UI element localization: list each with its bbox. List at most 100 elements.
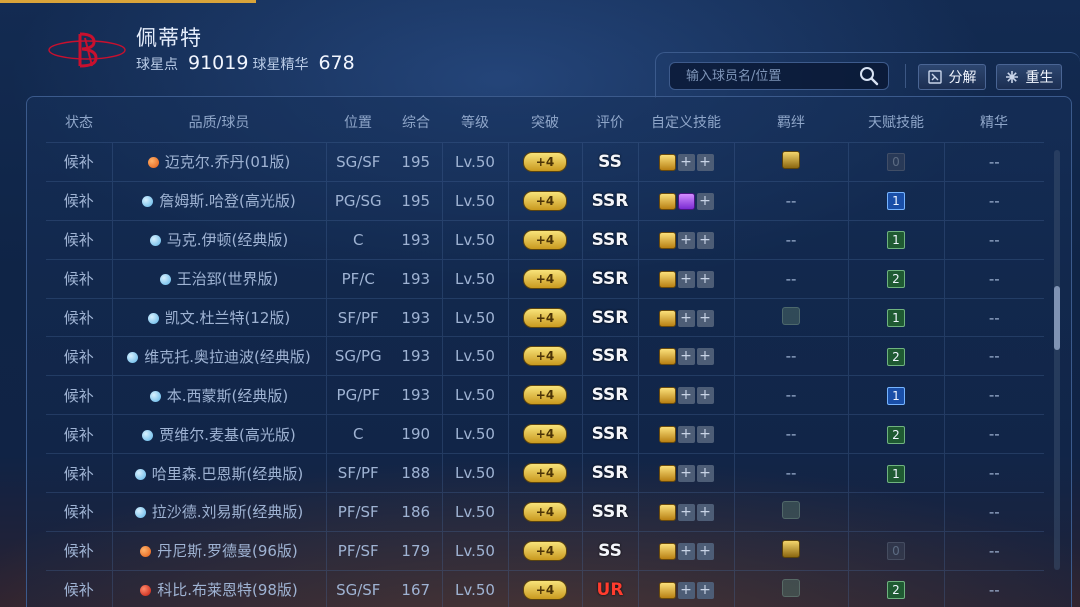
talent-level-badge[interactable]: 1 bbox=[887, 309, 905, 327]
breakthrough-badge[interactable]: +4 bbox=[523, 229, 567, 250]
player-cell[interactable]: 丹尼斯.罗德曼(96版) bbox=[111, 530, 326, 571]
player-cell[interactable]: 凯文.杜兰特(12版) bbox=[111, 297, 326, 337]
add-skill-slot-icon[interactable]: + bbox=[677, 153, 695, 171]
add-skill-slot-icon[interactable]: + bbox=[696, 387, 714, 405]
table-row[interactable]: 候补 贾维尔.麦基(高光版) C 190 Lv.50 +4 SSR + + -- 2 -- bbox=[46, 414, 1044, 454]
player-cell[interactable]: 詹姆斯.哈登(高光版) bbox=[111, 180, 326, 221]
breakthrough-badge[interactable]: +4 bbox=[523, 151, 567, 172]
add-skill-slot-icon[interactable]: + bbox=[696, 542, 714, 560]
custom-skill-gold-icon[interactable] bbox=[658, 426, 676, 444]
add-skill-slot-icon[interactable]: + bbox=[677, 542, 695, 560]
add-skill-slot-icon[interactable]: + bbox=[696, 426, 714, 444]
add-skill-slot-icon[interactable]: + bbox=[696, 270, 714, 288]
custom-skill-gold-icon[interactable] bbox=[658, 309, 676, 327]
table-row[interactable]: 候补 王治郅(世界版) PF/C 193 Lv.50 +4 SSR + + -- 2 -- bbox=[46, 258, 1044, 299]
add-skill-slot-icon[interactable]: + bbox=[677, 581, 695, 599]
custom-skill-gold-icon[interactable] bbox=[658, 542, 676, 560]
add-skill-slot-icon[interactable]: + bbox=[677, 231, 695, 249]
add-skill-slot-icon[interactable]: + bbox=[696, 153, 714, 171]
talent-level-badge[interactable]: 2 bbox=[887, 270, 905, 289]
search-icon[interactable] bbox=[858, 65, 880, 87]
bond-badge-icon[interactable] bbox=[782, 150, 800, 169]
table-row[interactable]: 候补 维克托.奥拉迪波(经典版) SG/PG 193 Lv.50 +4 SSR + + -- 2 -- bbox=[46, 336, 1044, 376]
bond-badge-inactive-icon[interactable] bbox=[782, 578, 800, 597]
custom-skill-gold-icon[interactable] bbox=[658, 153, 676, 171]
custom-skill-gold-icon[interactable] bbox=[658, 465, 676, 483]
custom-skill-gold-icon[interactable] bbox=[658, 270, 676, 288]
breakthrough-badge[interactable]: +4 bbox=[523, 540, 567, 561]
player-name-label: 科比.布莱恩特(98版) bbox=[157, 581, 298, 600]
add-skill-slot-icon[interactable]: + bbox=[677, 348, 695, 366]
breakthrough-badge[interactable]: +4 bbox=[523, 579, 567, 600]
player-cell[interactable]: 科比.布莱恩特(98版) bbox=[111, 569, 326, 607]
talent-level-badge[interactable]: 2 bbox=[887, 581, 905, 600]
talent-level-badge[interactable]: 1 bbox=[887, 464, 905, 483]
table-row[interactable]: 候补 凯文.杜兰特(12版) SF/PF 193 Lv.50 +4 SSR + +1 -- bbox=[46, 297, 1044, 337]
custom-skill-gold-icon[interactable] bbox=[658, 231, 676, 249]
custom-skill-gold-icon[interactable] bbox=[658, 192, 676, 210]
search-input[interactable] bbox=[670, 67, 858, 85]
scroll-thumb[interactable] bbox=[1054, 286, 1060, 350]
add-skill-slot-icon[interactable]: + bbox=[696, 503, 714, 521]
breakthrough-cell: +4 bbox=[507, 297, 582, 337]
breakthrough-badge[interactable]: +4 bbox=[523, 268, 567, 289]
table-row[interactable]: 候补 马克.伊顿(经典版) C 193 Lv.50 +4 SSR + + -- 1 -- bbox=[46, 219, 1044, 260]
breakthrough-cell: +4 bbox=[507, 336, 582, 376]
add-skill-slot-icon[interactable]: + bbox=[696, 348, 714, 366]
bond-badge-inactive-icon[interactable] bbox=[782, 306, 800, 325]
talent-level-badge[interactable]: 2 bbox=[887, 347, 905, 366]
player-cell[interactable]: 马克.伊顿(经典版) bbox=[111, 219, 326, 260]
player-cell[interactable]: 维克托.奥拉迪波(经典版) bbox=[111, 336, 326, 376]
player-search[interactable] bbox=[669, 62, 889, 90]
talent-level-badge[interactable]: 1 bbox=[887, 386, 905, 405]
custom-skill-gold-icon[interactable] bbox=[658, 581, 676, 599]
bond-badge-icon[interactable] bbox=[782, 539, 800, 558]
add-skill-slot-icon[interactable]: + bbox=[696, 465, 714, 483]
talent-level-badge[interactable]: 2 bbox=[887, 425, 905, 444]
add-skill-slot-icon[interactable]: + bbox=[696, 309, 714, 327]
table-row[interactable]: 候补 科比.布莱恩特(98版) SG/SF 167 Lv.50 +4 UR + +2 -- bbox=[46, 569, 1044, 607]
custom-skill-purple-icon[interactable] bbox=[677, 192, 695, 210]
player-cell[interactable]: 王治郅(世界版) bbox=[111, 258, 326, 299]
add-skill-slot-icon[interactable]: + bbox=[677, 426, 695, 444]
add-skill-slot-icon[interactable]: + bbox=[677, 309, 695, 327]
breakthrough-badge[interactable]: +4 bbox=[523, 190, 567, 211]
player-cell[interactable]: 本.西蒙斯(经典版) bbox=[111, 375, 326, 415]
add-skill-slot-icon[interactable]: + bbox=[677, 270, 695, 288]
add-skill-slot-icon[interactable]: + bbox=[696, 231, 714, 249]
talent-level-badge[interactable]: 1 bbox=[887, 192, 905, 211]
essence-cell: -- bbox=[943, 180, 1044, 221]
essence-cell: -- bbox=[943, 258, 1044, 299]
player-cell[interactable]: 哈里森.巴恩斯(经典版) bbox=[111, 453, 326, 493]
custom-skill-gold-icon[interactable] bbox=[658, 503, 676, 521]
add-skill-slot-icon[interactable]: + bbox=[696, 581, 714, 599]
add-skill-slot-icon[interactable]: + bbox=[677, 503, 695, 521]
breakthrough-badge[interactable]: +4 bbox=[523, 501, 567, 522]
player-cell[interactable]: 迈克尔.乔丹(01版) bbox=[111, 142, 326, 182]
decompose-button[interactable]: 分解 bbox=[918, 64, 986, 90]
add-skill-slot-icon[interactable]: + bbox=[677, 465, 695, 483]
table-row[interactable]: 候补 詹姆斯.哈登(高光版) PG/SG 195 Lv.50 +4 SSR + -- 1 -- bbox=[46, 180, 1044, 221]
scrollbar[interactable] bbox=[1054, 150, 1060, 570]
breakthrough-badge[interactable]: +4 bbox=[523, 346, 567, 367]
table-row[interactable]: 候补 拉沙德.刘易斯(经典版) PF/SF 186 Lv.50 +4 SSR + + -- bbox=[46, 492, 1044, 532]
player-cell[interactable]: 拉沙德.刘易斯(经典版) bbox=[111, 492, 326, 532]
custom-skill-gold-icon[interactable] bbox=[658, 387, 676, 405]
rebirth-button[interactable]: 重生 bbox=[996, 64, 1062, 90]
table-row[interactable]: 候补 哈里森.巴恩斯(经典版) SF/PF 188 Lv.50 +4 SSR + + -- 1 -- bbox=[46, 453, 1044, 493]
table-row[interactable]: 候补 本.西蒙斯(经典版) PG/PF 193 Lv.50 +4 SSR + + -- 1 -- bbox=[46, 375, 1044, 415]
talent-level-badge[interactable]: 1 bbox=[887, 231, 905, 250]
breakthrough-badge[interactable]: +4 bbox=[523, 385, 567, 406]
add-skill-slot-icon[interactable]: + bbox=[677, 387, 695, 405]
add-skill-slot-icon[interactable]: + bbox=[696, 192, 714, 210]
talent-level-badge[interactable]: 0 bbox=[887, 153, 905, 172]
talent-level-badge[interactable]: 0 bbox=[887, 542, 905, 561]
table-row[interactable]: 候补 迈克尔.乔丹(01版) SG/SF 195 Lv.50 +4 SS + +0 -- bbox=[46, 142, 1044, 182]
custom-skill-gold-icon[interactable] bbox=[658, 348, 676, 366]
bond-badge-inactive-icon[interactable] bbox=[782, 500, 800, 519]
table-row[interactable]: 候补 丹尼斯.罗德曼(96版) PF/SF 179 Lv.50 +4 SS + +0 -- bbox=[46, 530, 1044, 571]
breakthrough-badge[interactable]: +4 bbox=[523, 424, 567, 445]
breakthrough-badge[interactable]: +4 bbox=[523, 307, 567, 328]
player-cell[interactable]: 贾维尔.麦基(高光版) bbox=[111, 414, 326, 454]
breakthrough-badge[interactable]: +4 bbox=[523, 463, 567, 484]
